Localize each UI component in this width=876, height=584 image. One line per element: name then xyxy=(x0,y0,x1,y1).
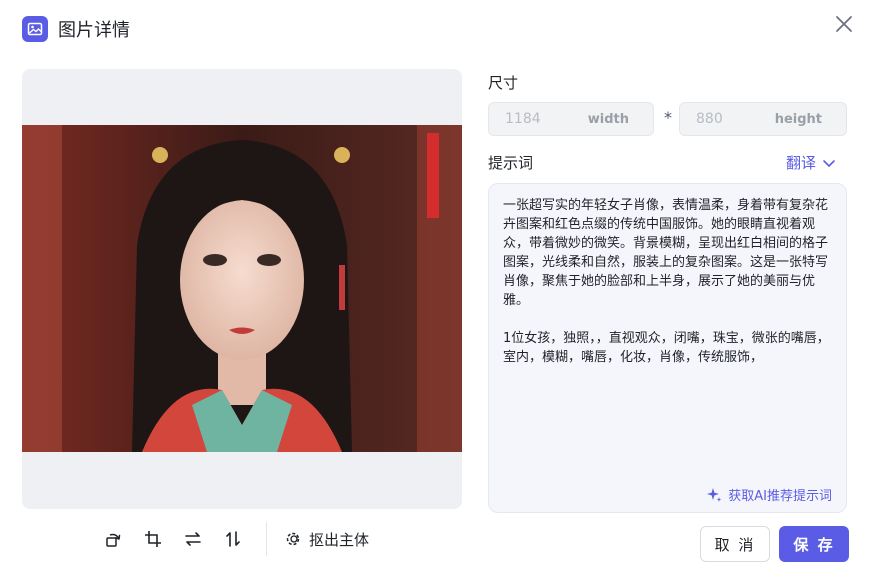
cutout-label: 抠出主体 xyxy=(309,530,370,549)
translate-button[interactable]: 翻译 xyxy=(786,152,836,173)
portrait-image xyxy=(22,125,462,452)
prompt-label: 提示词 xyxy=(488,154,534,172)
width-input[interactable]: 1184 width xyxy=(488,102,654,136)
prompt-text: 一张超写实的年轻女子肖像，表情温柔，身着带有复杂花卉图案和红色点缀的传统中国服饰… xyxy=(503,198,830,365)
save-button[interactable]: 保 存 xyxy=(779,526,849,562)
height-value: 880 xyxy=(696,111,723,127)
cancel-button[interactable]: 取 消 xyxy=(700,526,770,562)
dialog-title: 图片详情 xyxy=(58,20,130,41)
image-toolbar: 抠出主体 xyxy=(100,522,369,556)
translate-label: 翻译 xyxy=(786,154,817,172)
image-icon xyxy=(22,16,48,42)
sparkle-icon xyxy=(707,487,722,502)
ai-suggest-label: 获取AI推荐提示词 xyxy=(728,489,832,504)
image-details-dialog: 图片详情 抠出主体 尺寸 1184 width * 880 height 提示词… xyxy=(0,0,876,584)
height-input[interactable]: 880 height xyxy=(679,102,847,136)
size-separator: * xyxy=(664,108,672,127)
ai-suggest-button[interactable]: 获取AI推荐提示词 xyxy=(706,485,832,504)
height-unit: height xyxy=(774,111,822,127)
image-preview xyxy=(22,69,462,509)
flip-horizontal-icon[interactable] xyxy=(180,526,206,552)
flip-vertical-icon[interactable] xyxy=(220,526,246,552)
close-icon[interactable] xyxy=(834,14,854,34)
rotate-icon[interactable] xyxy=(100,526,126,552)
cutout-subject-button[interactable]: 抠出主体 xyxy=(285,529,369,550)
toolbar-divider xyxy=(266,522,267,556)
dialog-header: 图片详情 xyxy=(22,14,130,44)
crop-icon[interactable] xyxy=(140,526,166,552)
size-label: 尺寸 xyxy=(488,74,519,92)
width-value: 1184 xyxy=(505,111,541,127)
width-unit: width xyxy=(587,111,629,127)
prompt-textarea[interactable]: 一张超写实的年轻女子肖像，表情温柔，身着带有复杂花卉图案和红色点缀的传统中国服饰… xyxy=(488,183,847,513)
chevron-down-icon xyxy=(823,159,835,167)
cutout-icon xyxy=(286,532,300,546)
